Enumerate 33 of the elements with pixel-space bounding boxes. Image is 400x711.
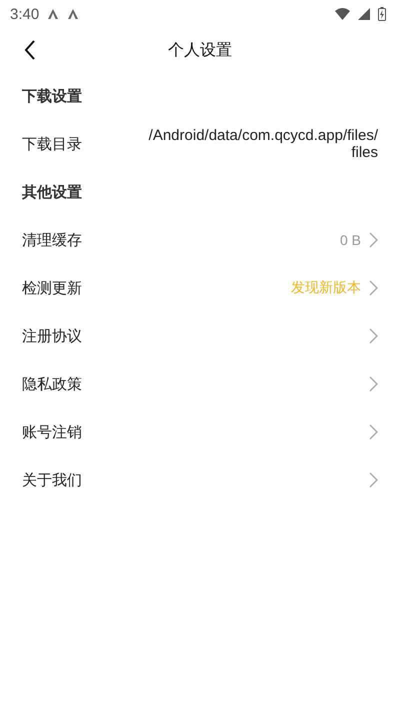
row-value: 0 B: [340, 232, 361, 248]
section-title: 下载设置: [22, 86, 82, 106]
status-time: 3:40: [10, 6, 40, 22]
settings-row[interactable]: 账号注销: [0, 408, 400, 456]
signal-icon: [358, 8, 370, 20]
row-label: 关于我们: [22, 470, 83, 490]
directory-path: /Android/data/com.qcycd.app/files/files: [148, 127, 378, 161]
wifi-icon: [335, 8, 350, 20]
row-label: 隐私政策: [22, 374, 83, 394]
page-title: 个人设置: [168, 40, 232, 60]
row-value: 发现新版本: [291, 279, 361, 297]
row-label: 账号注销: [22, 422, 83, 442]
settings-row[interactable]: 下载目录 /Android/data/com.qcycd.app/files/files: [0, 120, 400, 168]
section-title: 其他设置: [22, 182, 82, 202]
settings-row[interactable]: 检测更新 发现新版本: [0, 264, 400, 312]
chevron-icon: [369, 280, 378, 296]
notification-icon: [67, 8, 80, 20]
settings-row[interactable]: 注册协议: [0, 312, 400, 360]
row-label: 下载目录: [22, 134, 83, 154]
chevron-icon: [369, 232, 378, 248]
notification-icon: [47, 8, 60, 20]
settings-row[interactable]: 清理缓存 0 B: [0, 216, 400, 264]
settings-row[interactable]: 隐私政策: [0, 360, 400, 408]
row-label: 清理缓存: [22, 230, 83, 250]
settings-row[interactable]: 关于我们: [0, 456, 400, 504]
chevron-icon: [369, 376, 378, 392]
battery-icon: [378, 7, 386, 21]
back-icon: [24, 40, 36, 60]
chevron-icon: [369, 424, 378, 440]
row-label: 注册协议: [22, 326, 83, 346]
chevron-icon: [369, 328, 378, 344]
row-label: 检测更新: [22, 278, 83, 298]
chevron-icon: [369, 472, 378, 488]
